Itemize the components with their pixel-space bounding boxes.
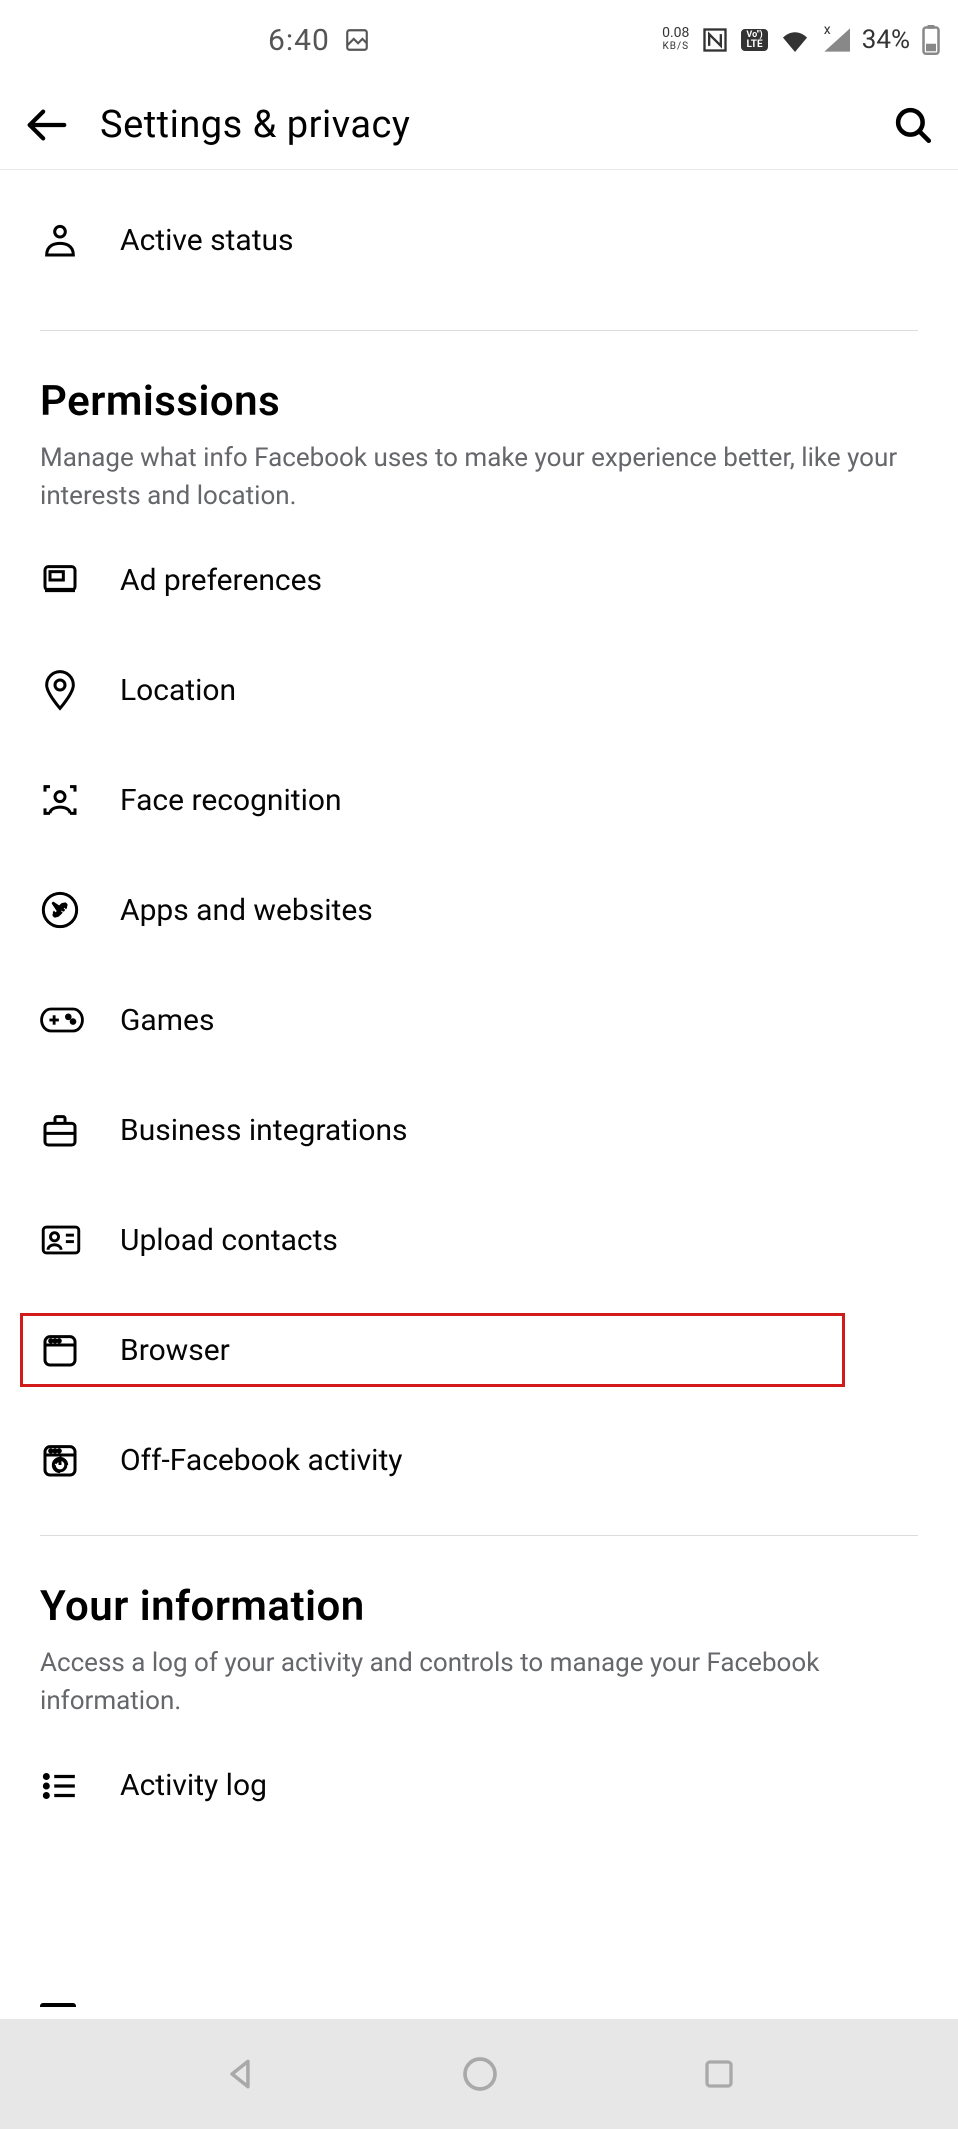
row-active-status[interactable]: Active status (0, 170, 958, 310)
row-business-integrations[interactable]: Business integrations (0, 1075, 958, 1185)
status-bar: 6:40 0.08 KB/S Vo") LTE (0, 0, 958, 80)
picture-icon (344, 27, 370, 53)
off-facebook-icon (40, 1440, 92, 1480)
games-icon (40, 1004, 92, 1036)
battery-icon (922, 25, 940, 55)
row-label: Apps and websites (120, 893, 373, 928)
system-navigation-bar (0, 2019, 958, 2129)
back-button[interactable] (24, 102, 70, 148)
row-apps-websites[interactable]: Apps and websites (0, 855, 958, 965)
row-label: Games (120, 1003, 214, 1038)
battery-percentage: 34% (862, 25, 910, 55)
section-description: Manage what info Facebook uses to make y… (40, 440, 918, 515)
app-header: Settings & privacy (0, 80, 958, 170)
wifi-icon (780, 28, 810, 52)
row-ad-preferences[interactable]: Ad preferences (0, 525, 958, 635)
search-button[interactable] (892, 104, 934, 146)
back-arrow-icon (24, 102, 70, 148)
circle-home-icon (460, 2054, 500, 2094)
row-upload-contacts[interactable]: Upload contacts (0, 1185, 958, 1295)
row-label: Location (120, 673, 236, 708)
browser-icon (40, 1330, 92, 1370)
briefcase-icon (40, 1111, 92, 1149)
nav-back-button[interactable] (221, 2055, 259, 2093)
triangle-back-icon (221, 2055, 259, 2093)
status-time: 6:40 (268, 23, 330, 58)
page-title: Settings & privacy (100, 103, 892, 147)
section-title: Your information (40, 1582, 918, 1631)
apps-websites-icon (40, 890, 92, 930)
row-games[interactable]: Games (0, 965, 958, 1075)
nav-home-button[interactable] (460, 2054, 500, 2094)
ad-icon (40, 560, 92, 600)
person-icon (40, 220, 92, 260)
row-label: Browser (120, 1333, 230, 1368)
nfc-icon (701, 26, 729, 54)
net-speed-indicator: 0.08 KB/S (662, 26, 689, 54)
square-recent-icon (701, 2056, 737, 2092)
row-label: Off-Facebook activity (120, 1443, 402, 1478)
row-face-recognition[interactable]: Face recognition (0, 745, 958, 855)
row-label: Upload contacts (120, 1223, 338, 1258)
cell-signal-icon: x (822, 28, 850, 52)
row-activity-log[interactable]: Activity log (0, 1731, 958, 1841)
row-label: Business integrations (120, 1113, 408, 1148)
row-label: Active status (120, 223, 294, 258)
activity-log-icon (40, 1770, 92, 1802)
face-recognition-icon (40, 780, 92, 820)
section-title: Permissions (40, 377, 918, 426)
volte-icon: Vo") LTE (741, 29, 767, 51)
row-off-facebook[interactable]: Off-Facebook activity (0, 1405, 958, 1515)
section-permissions-header: Permissions Manage what info Facebook us… (0, 331, 958, 525)
section-description: Access a log of your activity and contro… (40, 1645, 918, 1720)
search-icon (892, 104, 934, 146)
row-browser[interactable]: Browser (0, 1295, 958, 1405)
partial-row-icon (40, 2003, 76, 2011)
row-label: Ad preferences (120, 563, 322, 598)
row-location[interactable]: Location (0, 635, 958, 745)
location-icon (40, 668, 92, 712)
row-label: Face recognition (120, 783, 342, 818)
contacts-icon (40, 1223, 92, 1257)
section-your-information-header: Your information Access a log of your ac… (0, 1536, 958, 1730)
row-label: Activity log (120, 1768, 267, 1803)
nav-recent-button[interactable] (701, 2056, 737, 2092)
